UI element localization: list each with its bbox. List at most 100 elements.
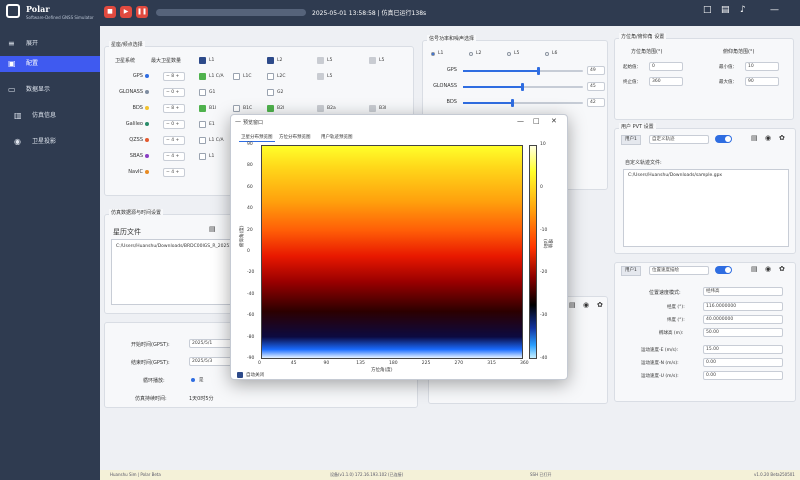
file-icon[interactable]: ▤ <box>209 225 216 233</box>
band-checkbox[interactable] <box>199 105 206 112</box>
close-icon[interactable]: ✕ <box>551 117 557 125</box>
band-checkbox[interactable] <box>267 73 274 80</box>
band-checkbox[interactable] <box>233 73 240 80</box>
az-end-input[interactable]: 360 <box>649 77 683 86</box>
power-slider[interactable] <box>463 99 583 107</box>
eye-icon[interactable]: ◉ <box>765 134 771 142</box>
tab-azimuth-distribution[interactable]: 方位分布预览图 <box>277 133 313 142</box>
vu-input[interactable]: 0.00 <box>703 371 783 380</box>
max-sat-stepper[interactable]: − 0 + <box>163 120 185 129</box>
user1-toggle[interactable] <box>715 135 732 143</box>
el-max-input[interactable]: 90 <box>745 77 779 86</box>
band-checkbox[interactable] <box>233 105 240 112</box>
loop-radio[interactable] <box>191 378 195 382</box>
y-tick-label: 40 <box>247 206 253 212</box>
power-value-input[interactable]: 49 <box>587 66 605 75</box>
user1-mode-select[interactable]: 自定义轨迹 <box>649 135 709 144</box>
signal-system-name: GLONASS <box>433 83 457 89</box>
colorbar-tick-label: -20 <box>540 270 548 276</box>
auto-close-checkbox[interactable] <box>237 372 243 378</box>
traj-file-box[interactable]: C:/Users/Huanshu/Downloads/sample.gpx <box>623 169 789 247</box>
status-left: Huanshu Sim | Polar Beta <box>110 472 161 477</box>
band-checkbox[interactable] <box>317 57 324 64</box>
max-sat-stepper[interactable]: − 0 + <box>163 88 185 97</box>
max-sat-stepper[interactable]: − 8 + <box>163 104 185 113</box>
lon-input[interactable]: 116.0000000 <box>703 302 783 311</box>
band-radio[interactable] <box>545 52 549 56</box>
band-checkbox[interactable] <box>317 105 324 112</box>
minimize-icon[interactable]: — <box>770 5 779 15</box>
max-sat-stepper[interactable]: − 4 + <box>163 168 185 177</box>
title-bar: Polar Software-Defined GNSS Simulator ■ … <box>0 0 800 26</box>
file-icon[interactable]: ▤ <box>569 301 576 309</box>
power-slider[interactable] <box>463 67 583 75</box>
band-checkbox[interactable] <box>199 89 206 96</box>
play-button[interactable]: ▶ <box>120 6 132 18</box>
band-checkbox[interactable] <box>199 73 206 80</box>
stop-button[interactable]: ■ <box>104 6 116 18</box>
sat-system-color-dot <box>145 106 149 110</box>
power-slider[interactable] <box>463 83 583 91</box>
power-value-input[interactable]: 45 <box>587 82 605 91</box>
lat-input[interactable]: 40.0000000 <box>703 315 783 324</box>
eye-icon[interactable]: ◉ <box>765 265 771 273</box>
band-radio[interactable] <box>469 52 473 56</box>
save-file-icon[interactable]: ▤ <box>721 5 730 15</box>
status-version: v1.0.20 Beta250501 <box>754 472 795 477</box>
settings-icon[interactable]: ✿ <box>779 265 785 273</box>
band-checkbox[interactable] <box>267 105 274 112</box>
sidebar-item-sim-info[interactable]: ▥ 仿真信息 <box>0 108 100 124</box>
band-radio-label: L5 <box>514 51 520 56</box>
band-radio[interactable] <box>431 52 435 56</box>
band-label: L1 <box>209 58 215 63</box>
max-sat-stepper[interactable]: − 4 + <box>163 136 185 145</box>
user1-tab-2[interactable]: 用户1 <box>621 266 641 276</box>
minimize-icon[interactable]: — <box>517 117 524 125</box>
max-sat-stepper[interactable]: − 8 + <box>163 72 185 81</box>
sat-system-name: Galileo <box>125 121 143 127</box>
band-checkbox[interactable] <box>199 57 206 64</box>
pos-mode-select[interactable]: 经纬高 <box>703 287 783 296</box>
sidebar-item-sat-projection[interactable]: ◉ 卫星投影 <box>0 134 100 150</box>
notification-icon[interactable]: ♪ <box>740 5 746 15</box>
power-value-input[interactable]: 42 <box>587 98 605 107</box>
vn-input[interactable]: 0.00 <box>703 358 783 367</box>
band-radio[interactable] <box>507 52 511 56</box>
band-checkbox[interactable] <box>199 121 206 128</box>
az-start-input[interactable]: 0 <box>649 62 683 71</box>
file-icon[interactable]: ▤ <box>751 265 758 273</box>
new-file-icon[interactable]: □ <box>703 5 712 15</box>
power-slider-knob[interactable] <box>520 83 524 91</box>
status-device: 设备(v1.1.0) 172.16.193.102 (已连接) <box>330 472 404 477</box>
band-checkbox[interactable] <box>199 137 206 144</box>
file-icon[interactable]: ▤ <box>751 134 758 142</box>
band-checkbox[interactable] <box>317 73 324 80</box>
power-slider-knob[interactable] <box>537 67 541 75</box>
settings-icon[interactable]: ✿ <box>597 301 603 309</box>
maximize-icon[interactable]: □ <box>533 117 540 125</box>
band-checkbox[interactable] <box>199 153 206 160</box>
ve-input[interactable]: 15.00 <box>703 345 783 354</box>
eye-icon[interactable]: ◉ <box>583 301 589 309</box>
sidebar-item-config[interactable]: ▣ 配置 <box>0 56 100 72</box>
x-tick-label: 360 <box>520 361 529 366</box>
pause-button[interactable]: ❚❚ <box>136 6 148 18</box>
alt-input[interactable]: 50.00 <box>703 328 783 337</box>
user2-toggle[interactable] <box>715 266 732 274</box>
tab-user-trajectory[interactable]: 用户轨迹预览图 <box>319 133 355 142</box>
sidebar-item-data-display[interactable]: ▭ 数据显示 <box>0 82 100 98</box>
band-checkbox[interactable] <box>267 89 274 96</box>
band-label: L5 <box>327 58 333 63</box>
power-slider-knob[interactable] <box>511 99 514 107</box>
el-min-input[interactable]: 10 <box>745 62 779 71</box>
sidebar-item-expand[interactable]: ≡ 展开 <box>0 36 100 52</box>
max-sat-stepper[interactable]: − 4 + <box>163 152 185 161</box>
settings-icon[interactable]: ✿ <box>779 134 785 142</box>
user1-tab[interactable]: 用户1 <box>621 135 641 145</box>
colorbar-tick-label: 0 <box>540 184 543 190</box>
band-checkbox[interactable] <box>369 105 376 112</box>
user2-mode-select[interactable]: 位置速度描绘 <box>649 266 709 275</box>
band-checkbox[interactable] <box>267 57 274 64</box>
tab-sat-distribution[interactable]: 卫星分布预览图 <box>239 133 275 142</box>
band-checkbox[interactable] <box>369 57 376 64</box>
